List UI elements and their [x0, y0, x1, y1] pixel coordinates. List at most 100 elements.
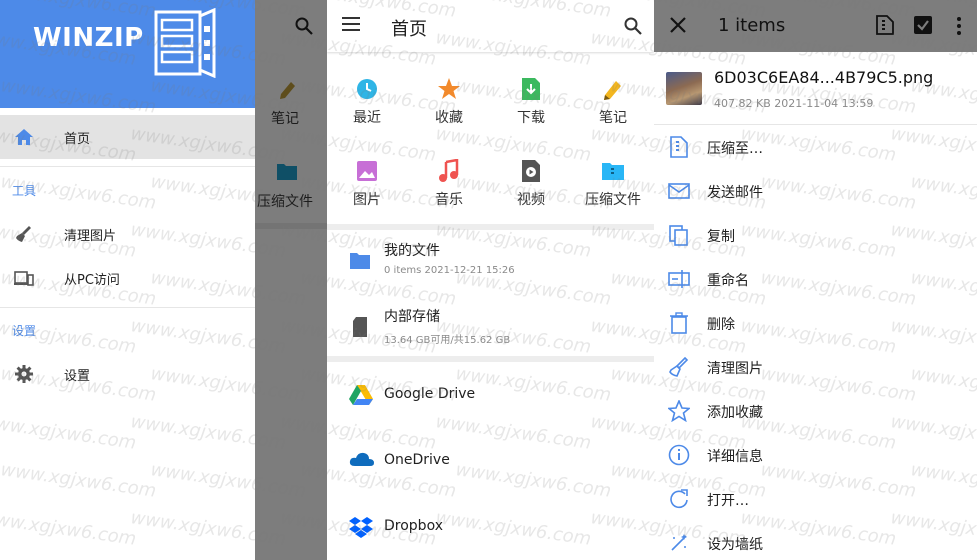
menu-label: 复制	[707, 229, 735, 245]
compress-icon[interactable]	[876, 15, 894, 35]
star-icon	[437, 77, 461, 101]
broom-icon	[14, 224, 34, 244]
star-outline-icon	[668, 400, 690, 422]
drawer-item-clean-images[interactable]: 清理图片	[0, 212, 255, 256]
storage-subtitle: 13.64 GB可用/共15.62 GB	[384, 335, 511, 346]
close-icon[interactable]	[670, 17, 686, 33]
storage-internal[interactable]: 内部存储 13.64 GB可用/共15.62 GB	[327, 296, 654, 362]
menu-compress-to[interactable]: 压缩至…	[654, 125, 977, 169]
download-icon	[519, 77, 543, 101]
home-toolbar: 首页	[327, 0, 654, 52]
quick-video[interactable]: 视频	[491, 159, 571, 229]
broom-icon	[668, 356, 690, 378]
menu-label: 压缩至…	[707, 141, 763, 157]
drawer-item-settings[interactable]: 设置	[0, 352, 255, 396]
file-thumbnail	[666, 72, 702, 105]
divider	[0, 166, 255, 167]
winzip-logo-icon	[152, 8, 218, 78]
quick-label: 压缩文件	[585, 192, 641, 208]
cloud-dropbox[interactable]: Dropbox	[327, 498, 654, 558]
home-screen: 首页 最近 收藏 下载 笔记 图片 音乐 视频 压缩文件 我的文件 0 item…	[327, 0, 654, 560]
menu-open-with[interactable]: 打开…	[654, 477, 977, 521]
quick-zip-files[interactable]: 压缩文件	[573, 159, 653, 229]
cloud-label: Dropbox	[384, 518, 443, 534]
drawer-item-label: 清理图片	[64, 228, 117, 244]
google-drive-icon	[349, 384, 373, 408]
search-icon	[295, 17, 313, 35]
file-actions-sheet: 1 items 6D03C6EA84...4B79C5.png 407.82 K…	[654, 0, 977, 560]
scrim-zip-label: 压缩文件	[257, 194, 313, 210]
section-header-tools: 工具	[12, 184, 37, 198]
scrim-notes-label: 笔记	[271, 111, 299, 127]
quick-downloads[interactable]: 下载	[491, 77, 571, 147]
select-all-checkbox[interactable]	[914, 16, 932, 34]
menu-details[interactable]: 详细信息	[654, 433, 977, 477]
drawer-item-home[interactable]: 首页	[0, 115, 255, 159]
devices-icon	[14, 268, 34, 288]
menu-set-wallpaper[interactable]: 设为墙纸	[654, 521, 977, 560]
divider	[255, 223, 327, 229]
folder-icon	[349, 250, 371, 272]
music-icon	[437, 159, 461, 183]
navigation-drawer: WINZIP 首页 工具 清理图片 从PC访问 设置 设置	[0, 0, 255, 560]
scrim-toolbar	[255, 0, 327, 52]
home-icon	[14, 127, 34, 147]
zip-folder-icon	[277, 162, 297, 180]
quick-label: 下载	[517, 110, 545, 126]
drawer-item-label: 设置	[64, 368, 91, 384]
cloud-onedrive[interactable]: OneDrive	[327, 432, 654, 492]
section-header-settings: 设置	[12, 324, 37, 338]
cloud-label: OneDrive	[384, 452, 450, 468]
storage-my-files[interactable]: 我的文件 0 items 2021-12-21 15:26	[327, 230, 654, 296]
divider	[0, 307, 255, 308]
cloud-google-drive[interactable]: Google Drive	[327, 366, 654, 426]
menu-rename[interactable]: 重命名	[654, 257, 977, 301]
mail-icon	[668, 180, 690, 202]
file-meta: 407.82 KB 2021-11-04 13:59	[714, 97, 874, 110]
cloud-label: Google Drive	[384, 386, 476, 402]
drawer-item-label: 首页	[64, 131, 91, 147]
quick-label: 图片	[353, 192, 381, 208]
search-icon[interactable]	[624, 17, 642, 35]
quick-label: 收藏	[435, 110, 463, 126]
menu-delete[interactable]: 删除	[654, 301, 977, 345]
storage-title: 我的文件	[384, 243, 440, 259]
menu-add-favorite[interactable]: 添加收藏	[654, 389, 977, 433]
video-icon	[519, 159, 543, 183]
dropbox-icon	[349, 516, 373, 540]
selection-count: 1 items	[718, 15, 786, 36]
gear-icon	[14, 364, 34, 384]
rename-icon	[668, 268, 690, 290]
trash-icon	[668, 312, 690, 334]
storage-subtitle: 0 items 2021-12-21 15:26	[384, 265, 515, 276]
onedrive-icon	[349, 450, 374, 474]
menu-label: 打开…	[707, 493, 749, 509]
quick-music[interactable]: 音乐	[409, 159, 489, 229]
pencil-icon	[601, 77, 625, 101]
clock-icon	[355, 77, 379, 101]
selected-file-header: 6D03C6EA84...4B79C5.png 407.82 KB 2021-1…	[654, 52, 977, 124]
menu-copy[interactable]: 复制	[654, 213, 977, 257]
more-vert-icon[interactable]	[957, 17, 961, 35]
menu-clean-images[interactable]: 清理图片	[654, 345, 977, 389]
zip-folder-icon	[601, 159, 625, 183]
storage-title: 内部存储	[384, 309, 440, 325]
menu-label: 删除	[707, 317, 735, 333]
menu-label: 发送邮件	[707, 185, 763, 201]
quick-images[interactable]: 图片	[327, 159, 407, 229]
page-title: 首页	[391, 19, 427, 40]
menu-send-email[interactable]: 发送邮件	[654, 169, 977, 213]
sd-card-icon	[349, 316, 371, 338]
drawer-item-pc-access[interactable]: 从PC访问	[0, 256, 255, 300]
drawer-scrim[interactable]: 笔记 压缩文件	[255, 0, 327, 560]
menu-icon[interactable]	[342, 17, 360, 31]
quick-favorites[interactable]: 收藏	[409, 77, 489, 147]
drawer-item-label: 从PC访问	[64, 272, 120, 288]
selection-toolbar: 1 items	[654, 0, 977, 52]
drawer-header: WINZIP	[0, 0, 255, 108]
quick-notes[interactable]: 笔记	[573, 77, 653, 147]
menu-label: 设为墙纸	[707, 537, 763, 553]
quick-recent[interactable]: 最近	[327, 77, 407, 147]
info-icon	[668, 444, 690, 466]
quick-label: 最近	[353, 110, 381, 126]
